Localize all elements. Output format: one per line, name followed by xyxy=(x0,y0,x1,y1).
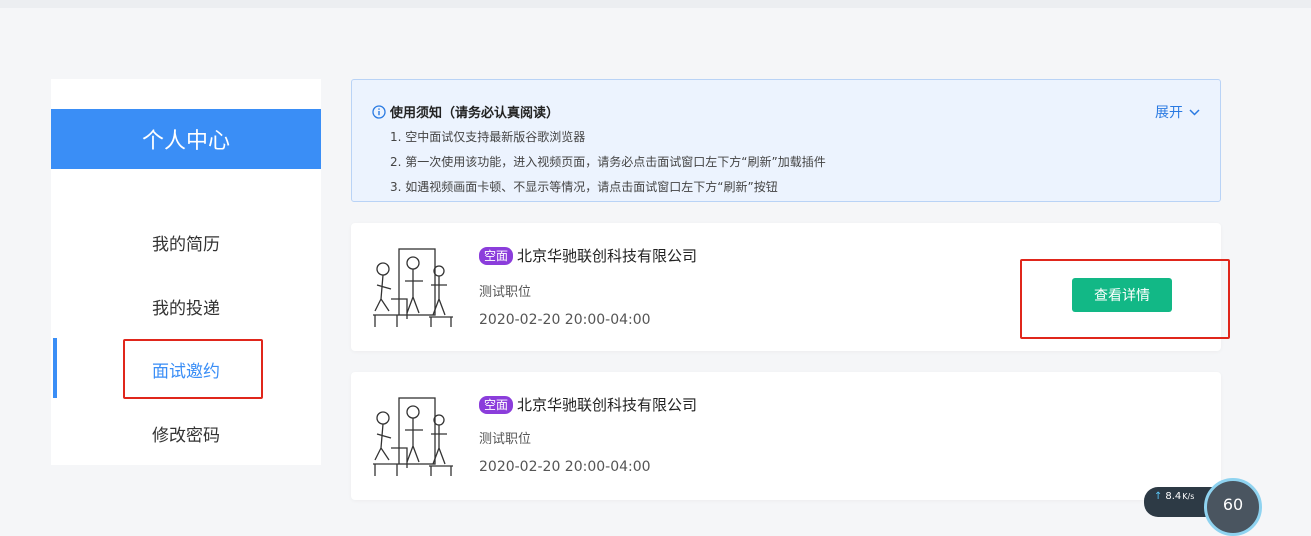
position-name: 测试职位 xyxy=(479,285,532,300)
interview-time: 2020-02-20 20:00-04:00 xyxy=(479,312,651,328)
position-name: 测试职位 xyxy=(479,432,532,447)
company-logo-illustration xyxy=(369,390,461,482)
interview-time: 2020-02-20 20:00-04:00 xyxy=(479,459,651,475)
notice-line: 3. 如遇视频画面卡顿、不显示等情况，请点击面试窗口左下方“刷新”按钮 xyxy=(390,180,778,194)
interview-type-badge: 空面 xyxy=(479,395,514,414)
speed-readout: ↑ 8.4 K/s xyxy=(1154,491,1194,502)
company-name-line: 空面 北京华驰联创科技有限公司 xyxy=(479,394,697,415)
top-strip xyxy=(0,0,1311,8)
interview-type-badge: 空面 xyxy=(479,246,514,265)
gauge-value: 60 xyxy=(1222,495,1244,514)
sidebar-item-change-password[interactable]: 修改密码 xyxy=(51,403,321,463)
usage-notice: 使用须知（请务必认真阅读） 1. 空中面试仅支持最新版谷歌浏览器 2. 第一次使… xyxy=(351,79,1221,202)
interview-card: 空面 北京华驰联创科技有限公司 测试职位 2020-02-20 20:00-04… xyxy=(351,372,1221,500)
company-logo-illustration xyxy=(369,241,461,333)
notice-title: 使用须知（请务必认真阅读） xyxy=(372,102,559,121)
annotation-highlight-box xyxy=(123,339,263,399)
notice-title-text: 使用须知（请务必认真阅读） xyxy=(390,106,560,121)
expand-label: 展开 xyxy=(1155,105,1183,121)
view-details-button[interactable]: 查看详情 xyxy=(1072,278,1172,312)
speed-value: 8.4 xyxy=(1165,491,1182,502)
sidebar-item-resume[interactable]: 我的简历 xyxy=(51,212,321,272)
upload-arrow-icon: ↑ xyxy=(1154,491,1163,502)
interview-card: 空面 北京华驰联创科技有限公司 测试职位 2020-02-20 20:00-04… xyxy=(351,223,1230,351)
info-icon xyxy=(372,104,386,119)
expand-toggle[interactable]: 展开 xyxy=(1155,102,1200,122)
speed-unit: K/s xyxy=(1182,492,1195,501)
chevron-down-icon xyxy=(1189,108,1200,116)
company-name[interactable]: 北京华驰联创科技有限公司 xyxy=(517,394,697,415)
sidebar-item-applications[interactable]: 我的投递 xyxy=(51,276,321,336)
notice-line: 2. 第一次使用该功能，进入视频页面，请务必点击面试窗口左下方“刷新”加载插件 xyxy=(390,155,826,169)
speed-gauge[interactable]: 60 xyxy=(1204,478,1262,536)
sidebar-title: 个人中心 xyxy=(51,109,321,169)
notice-line: 1. 空中面试仅支持最新版谷歌浏览器 xyxy=(390,130,586,144)
sidebar: 个人中心 我的简历 我的投递 面试邀约 修改密码 xyxy=(51,79,321,465)
company-name-line: 空面 北京华驰联创科技有限公司 xyxy=(479,245,697,266)
company-name[interactable]: 北京华驰联创科技有限公司 xyxy=(517,245,697,266)
